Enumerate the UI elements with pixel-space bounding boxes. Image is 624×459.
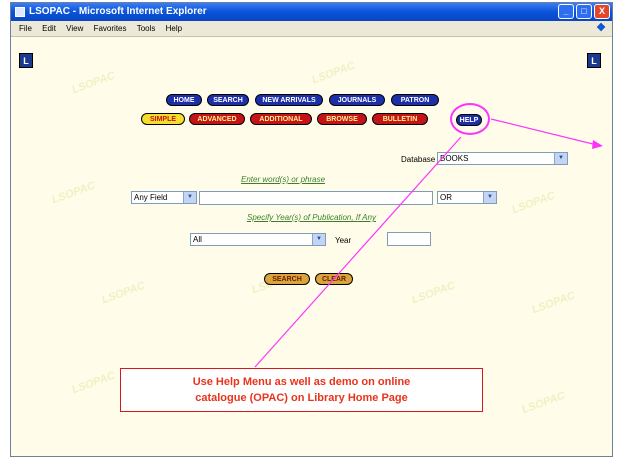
title-bar: LSOPAC - Microsoft Internet Explorer _ □… [11,3,612,21]
menu-tools[interactable]: Tools [137,21,156,36]
help-callout-box: Use Help Menu as well as demo on online … [120,368,483,412]
menu-help[interactable]: Help [166,21,182,36]
window-controls: _ □ X [558,4,610,19]
close-button[interactable]: X [594,4,610,19]
menu-bar: File Edit View Favorites Tools Help ❖ [11,21,612,37]
menu-view[interactable]: View [66,21,83,36]
ie-app-icon [15,7,25,17]
menu-edit[interactable]: Edit [42,21,56,36]
maximize-button[interactable]: □ [576,4,592,19]
menu-favorites[interactable]: Favorites [94,21,127,36]
windows-flag-icon: ❖ [596,22,606,34]
minimize-button[interactable]: _ [558,4,574,19]
menu-file[interactable]: File [19,21,32,36]
window-title: LSOPAC - Microsoft Internet Explorer [29,6,207,17]
callout-line-1: Use Help Menu as well as demo on online [192,376,411,388]
callout-line-2: catalogue (OPAC) on Library Home Page [195,392,408,404]
